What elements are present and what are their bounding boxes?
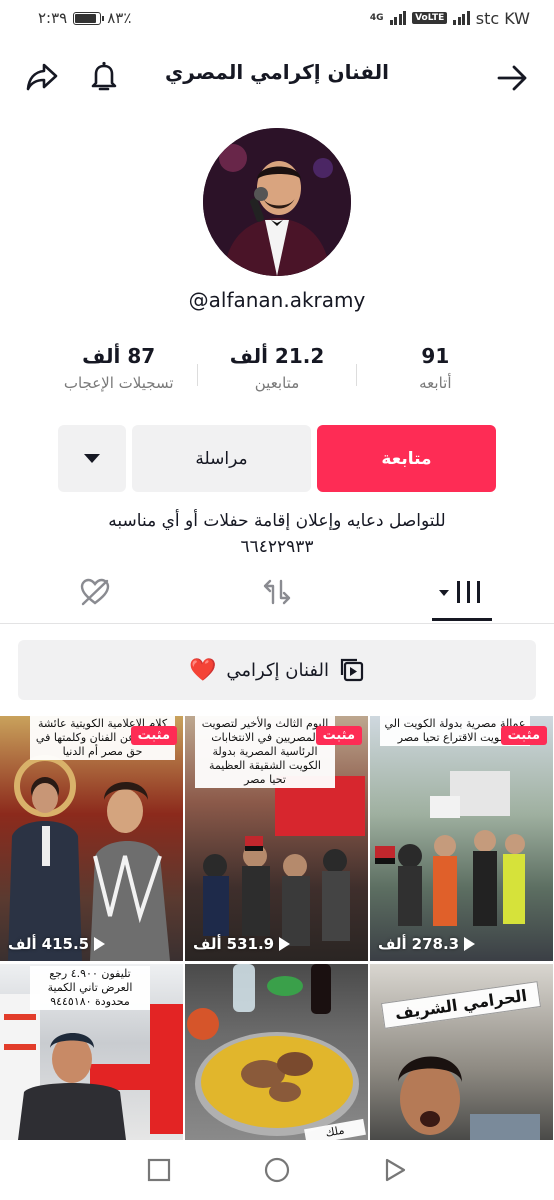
- divider: [355, 364, 357, 386]
- action-buttons: متابعة مراسلة: [58, 425, 496, 492]
- signal-icon-2: [453, 11, 470, 25]
- video-thumbnail[interactable]: اليوم الثالث والأخير لتصويت المصريين في …: [185, 716, 368, 961]
- playlist-icon: [340, 658, 364, 682]
- pinned-badge: مثبت: [315, 726, 362, 745]
- view-count-number: 415.5: [41, 935, 90, 953]
- following-label: أتابعه: [419, 374, 452, 392]
- bio: للتواصل دعايه وإعلان إقامة حفلات أو أي م…: [30, 508, 524, 560]
- divider: [197, 364, 199, 386]
- follow-button[interactable]: متابعة: [317, 425, 496, 492]
- video-thumbnail[interactable]: كلام الإعلامية الكويتية عائشة الرشيد عن …: [0, 716, 183, 961]
- tab-videos[interactable]: [406, 560, 516, 624]
- playlist-label: الفنان إكرامي: [226, 659, 330, 681]
- following-stat[interactable]: 91 أتابعه: [357, 344, 514, 414]
- view-count: ألف 278.3: [378, 935, 476, 953]
- profile-handle: @alfanan.akramy: [188, 288, 366, 312]
- video-thumbnail[interactable]: الحرامي الشريف: [370, 964, 553, 1140]
- videos-grid-icon: [439, 581, 480, 603]
- page-title: الفنان إكرامي المصري: [164, 60, 390, 84]
- carrier-name: stc KW: [475, 8, 530, 28]
- pinned-badge: مثبت: [130, 726, 177, 745]
- volte-badge: VoLTE: [412, 12, 448, 24]
- video-thumbnail[interactable]: ملك: [185, 964, 368, 1140]
- likes-label: تسجيلات الإعجاب: [63, 374, 174, 392]
- back-icon[interactable]: [382, 1157, 408, 1183]
- view-count-unit: ألف: [8, 935, 37, 953]
- status-bar: ٢:٣٩ ٨٣٪ 4G VoLTE stc KW: [0, 0, 554, 36]
- play-icon: [94, 937, 106, 951]
- followers-count: 21.2 ألف: [229, 344, 325, 368]
- view-count: ألف 415.5: [8, 935, 106, 953]
- home-icon[interactable]: [263, 1156, 291, 1184]
- video-thumbnail[interactable]: تليفون ٤.٩٠٠ رجع العرض تاني الكمية محدود…: [0, 964, 183, 1140]
- play-icon: [464, 937, 476, 951]
- video-grid: عمالة مصرية بدولة الكويت الي تصويت الاقت…: [0, 716, 554, 1140]
- likes-stat[interactable]: 87 ألف تسجيلات الإعجاب: [40, 344, 197, 414]
- followers-stat[interactable]: 21.2 ألف متابعين: [198, 344, 355, 414]
- view-count-number: 531.9: [226, 935, 275, 953]
- video-caption: اليوم الثالث والأخير لتصويت المصريين في …: [195, 716, 335, 788]
- network-type: 4G: [369, 12, 384, 23]
- view-count-number: 278.3: [411, 935, 460, 953]
- playlist-button[interactable]: الفنان إكرامي ❤️: [18, 640, 536, 700]
- view-count-unit: ألف: [378, 935, 407, 953]
- battery-icon: [73, 11, 105, 25]
- bio-line: للتواصل دعايه وإعلان إقامة حفلات أو أي م…: [108, 511, 446, 531]
- content-tabs: [0, 560, 554, 624]
- likes-count: 87 ألف: [82, 344, 156, 368]
- stats-row: 91 أتابعه 21.2 ألف متابعين 87 ألف تسجيلا…: [40, 344, 514, 414]
- view-count-unit: ألف: [193, 935, 222, 953]
- top-bar: الفنان إكرامي المصري: [0, 50, 554, 106]
- tab-reposts[interactable]: [222, 560, 332, 624]
- avatar-photo: [203, 128, 351, 276]
- tab-liked[interactable]: [40, 560, 150, 624]
- thumbnail-scene: [187, 964, 359, 1136]
- back-arrow-icon[interactable]: [490, 56, 534, 100]
- repost-icon: [263, 579, 291, 605]
- signal-icon: [389, 11, 407, 25]
- recents-icon[interactable]: [146, 1157, 172, 1183]
- following-count: 91: [421, 344, 450, 368]
- caret-down-icon: [84, 454, 100, 463]
- video-caption: تليفون ٤.٩٠٠ رجع العرض تاني الكمية محدود…: [30, 966, 150, 1010]
- status-right: 4G VoLTE stc KW: [370, 9, 530, 28]
- thumbnail-scene: [375, 771, 525, 926]
- avatar[interactable]: [203, 128, 351, 276]
- suggestions-dropdown-button[interactable]: [58, 425, 126, 492]
- status-left: ٢:٣٩ ٨٣٪: [38, 9, 131, 27]
- view-count: ألف 531.9: [193, 935, 291, 953]
- pinned-badge: مثبت: [500, 726, 547, 745]
- clock: ٢:٣٩: [38, 9, 68, 27]
- active-tab-indicator: [432, 618, 492, 621]
- followers-label: متابعين: [254, 374, 300, 392]
- bio-phone: ٦٦٤٢٢٩٣٣: [240, 537, 314, 557]
- play-icon: [279, 937, 291, 951]
- hidden-heart-icon: [80, 578, 110, 606]
- share-icon[interactable]: [20, 54, 64, 98]
- battery-level: ٨٣٪: [107, 9, 132, 27]
- video-thumbnail[interactable]: عمالة مصرية بدولة الكويت الي تصويت الاقت…: [370, 716, 553, 961]
- system-nav-bar: [0, 1140, 554, 1200]
- heart-emoji: ❤️: [189, 657, 217, 683]
- message-button[interactable]: مراسلة: [132, 425, 311, 492]
